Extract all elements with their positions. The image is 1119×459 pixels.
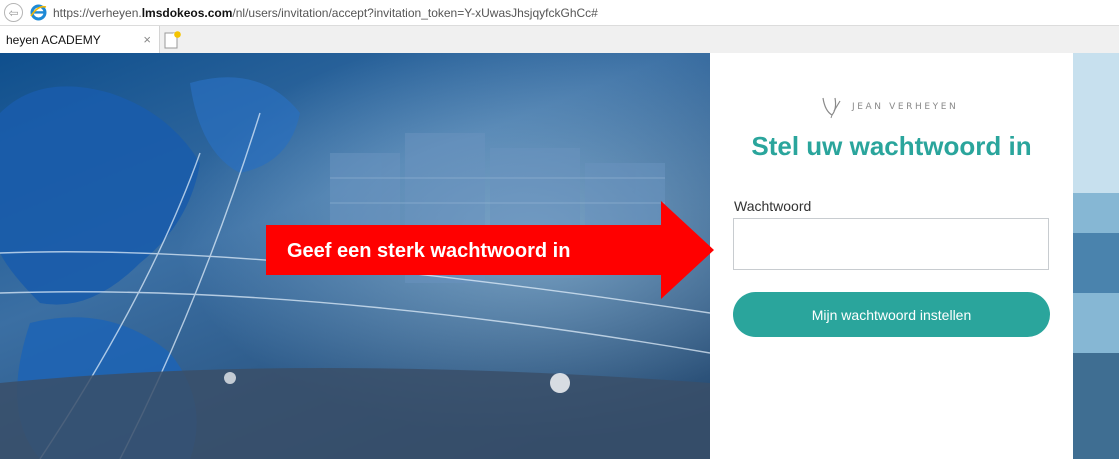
right-background <box>1073 53 1119 459</box>
brand-name: JEAN VERHEYEN <box>852 102 959 112</box>
back-button[interactable]: ⇦ <box>4 3 23 22</box>
brand-logo: JEAN VERHEYEN <box>820 95 958 119</box>
jv-monogram-icon <box>822 97 841 119</box>
url-path: /nl/users/invitation/accept?invitation_t… <box>232 5 598 20</box>
set-password-button[interactable]: Mijn wachtwoord instellen <box>733 292 1050 337</box>
back-arrow-icon: ⇦ <box>8 5 19 20</box>
url-field[interactable]: https://verheyen.lmsdokeos.com/nl/users/… <box>53 6 598 20</box>
password-input[interactable] <box>733 218 1049 270</box>
close-icon[interactable]: × <box>143 32 151 47</box>
url-host: lmsdokeos.com <box>141 5 233 20</box>
tab-bar: heyen ACADEMY × <box>0 26 1119 53</box>
page-title: Stel uw wachtwoord in <box>751 131 1032 161</box>
url-prefix: https://verheyen. <box>53 5 142 20</box>
password-panel: JEAN VERHEYEN Stel uw wachtwoord in Wach… <box>710 53 1073 459</box>
password-label: Wachtwoord <box>734 198 812 214</box>
tab-title: heyen ACADEMY <box>6 32 101 47</box>
new-tab-icon[interactable] <box>162 30 182 50</box>
tab-academy[interactable]: heyen ACADEMY × <box>0 26 160 53</box>
internet-explorer-icon <box>30 4 47 21</box>
address-bar: ⇦ https://verheyen.lmsdokeos.com/nl/user… <box>0 0 1119 26</box>
annotation-text: Geef een sterk wachtwoord in <box>287 240 571 262</box>
page-content: JEAN VERHEYEN Stel uw wachtwoord in Wach… <box>0 53 1119 459</box>
